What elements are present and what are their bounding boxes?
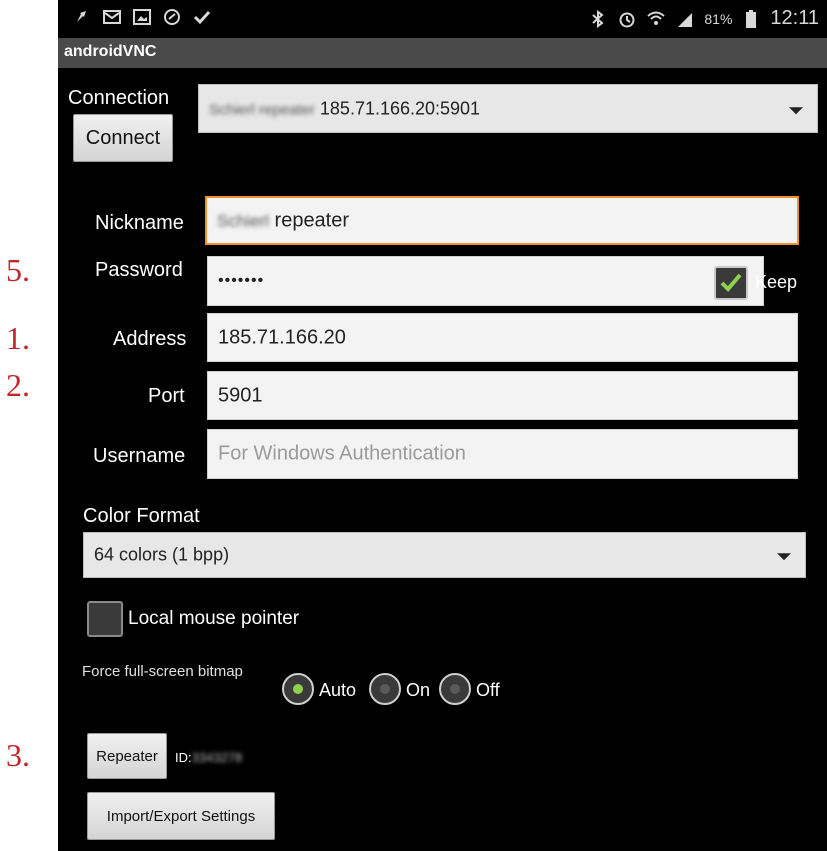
battery-icon — [741, 9, 761, 29]
radio-auto-label: Auto — [319, 680, 357, 700]
repeater-id-value: 3343278 — [191, 750, 243, 765]
repeater-id: ID:3343278 — [175, 750, 242, 765]
address-field[interactable]: 185.71.166.20 — [207, 313, 798, 362]
nickname-label: Nickname — [95, 212, 184, 234]
radio-on[interactable] — [369, 673, 401, 705]
connection-spinner[interactable]: Schierl repeater 185.71.166.20:5901 — [198, 84, 818, 133]
password-label: Password — [95, 259, 183, 281]
username-label: Username — [93, 445, 186, 467]
color-format-spinner[interactable]: 64 colors (1 bpp) — [83, 532, 806, 578]
nickname-field[interactable]: Schierl repeater — [205, 196, 799, 245]
radio-on-label: On — [406, 680, 431, 700]
pin-icon — [72, 7, 92, 27]
password-field[interactable]: ••••••• — [207, 256, 764, 306]
wifi-icon — [646, 9, 666, 29]
nickname-blurred: Schierl — [217, 211, 269, 230]
chevron-down-icon — [789, 106, 803, 114]
repeater-id-label: ID: — [175, 750, 192, 765]
annotation-1: 1. — [6, 320, 30, 356]
radio-dot — [380, 684, 390, 694]
keep-password-checkbox[interactable] — [714, 266, 748, 300]
connection-label: Connection — [68, 87, 170, 109]
annotation-5: 5. — [6, 252, 30, 288]
local-mouse-label: Local mouse pointer — [128, 608, 300, 629]
check-icon — [192, 7, 212, 27]
nickname-value: repeater — [274, 209, 350, 231]
address-label: Address — [113, 328, 187, 350]
connection-address: 185.71.166.20:5901 — [319, 98, 481, 118]
password-value: ••••••• — [218, 272, 265, 289]
checkmark-icon — [720, 273, 742, 292]
port-label: Port — [148, 385, 185, 407]
annotation-2: 2. — [6, 367, 30, 403]
signal-icon — [675, 9, 695, 29]
connect-button[interactable]: Connect — [73, 114, 173, 162]
android-screen: 81% 12:11 androidVNC Connection Connect … — [58, 0, 827, 851]
bitmap-label: Force full-screen bitmap — [82, 663, 243, 680]
clock: 12:11 — [770, 7, 819, 29]
image-icon — [132, 7, 152, 27]
import-export-button[interactable]: Import/Export Settings — [87, 792, 275, 840]
annotation-3: 3. — [6, 737, 30, 773]
radio-dot — [450, 684, 460, 694]
keep-label: Keep — [755, 272, 798, 292]
radio-off[interactable] — [439, 673, 471, 705]
mail-icon — [102, 7, 122, 27]
repeater-button[interactable]: Repeater — [87, 733, 167, 779]
username-field[interactable]: For Windows Authentication — [207, 429, 798, 479]
port-field[interactable]: 5901 — [207, 371, 798, 420]
radio-off-label: Off — [476, 680, 500, 700]
color-format-label: Color Format — [83, 505, 200, 527]
radio-auto[interactable] — [282, 673, 314, 705]
battery-percent: 81% — [704, 10, 733, 27]
app-title-bar: androidVNC — [58, 38, 827, 68]
sync-icon — [162, 7, 182, 27]
status-bar: 81% 12:11 — [58, 0, 827, 38]
port-value: 5901 — [218, 384, 263, 406]
username-placeholder: For Windows Authentication — [218, 442, 466, 465]
local-mouse-checkbox[interactable] — [87, 601, 123, 637]
address-value: 185.71.166.20 — [218, 326, 346, 348]
app-title: androidVNC — [64, 43, 157, 60]
color-format-value: 64 colors (1 bpp) — [94, 544, 230, 565]
radio-dot — [293, 684, 303, 694]
connection-name-blurred: Schierl repeater — [209, 101, 315, 118]
bluetooth-icon — [588, 9, 608, 29]
alarm-icon — [617, 9, 637, 29]
chevron-down-icon — [777, 553, 791, 561]
